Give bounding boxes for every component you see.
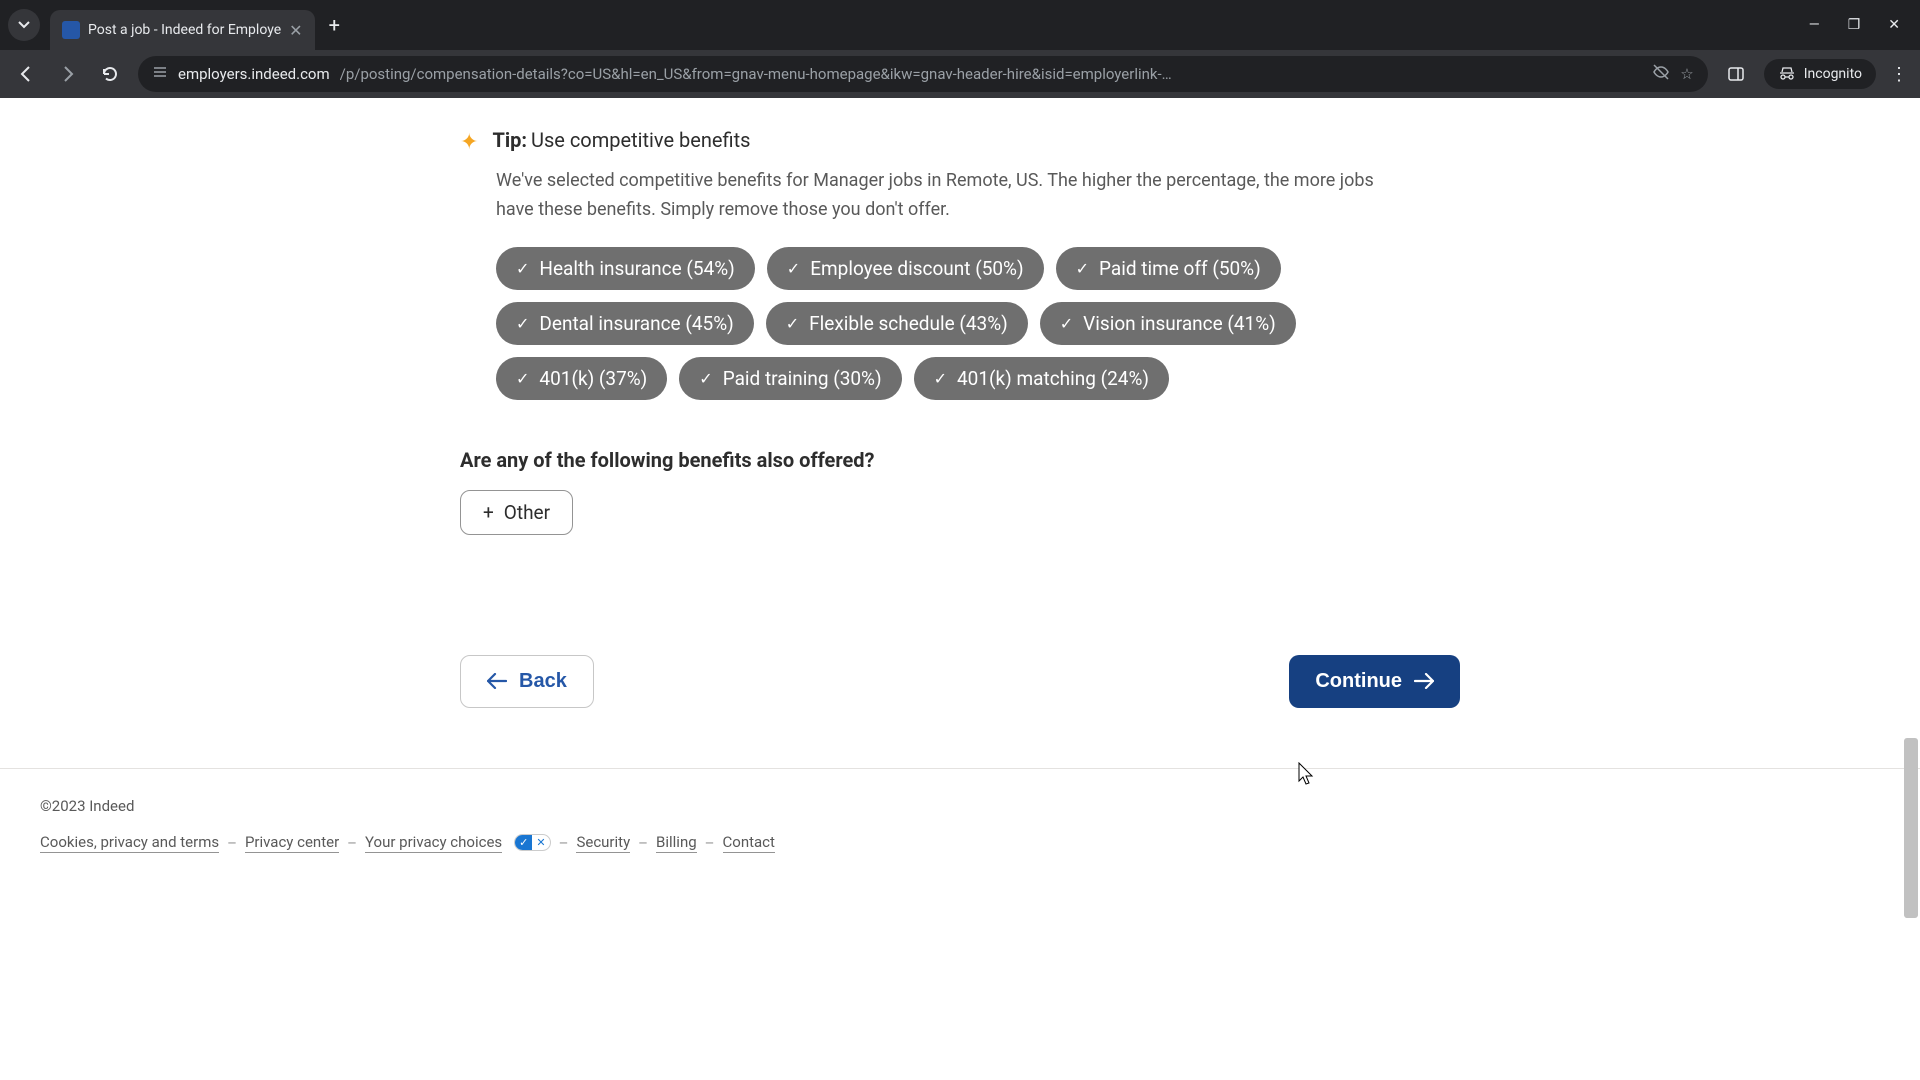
back-label: Back — [519, 670, 567, 693]
tip-label: Tip: — [492, 128, 527, 152]
arrow-left-icon — [17, 65, 35, 83]
benefit-chip-paid-time-off[interactable]: ✓ Paid time off (50%) — [1056, 247, 1281, 290]
tip-header: ✦ Tip: Use competitive benefits — [460, 128, 1460, 155]
benefit-chip-401k-matching[interactable]: ✓ 401(k) matching (24%) — [914, 357, 1169, 400]
footer-separator: – — [705, 834, 715, 852]
chip-label: Employee discount (50%) — [810, 257, 1023, 280]
check-icon: ✓ — [1060, 314, 1073, 333]
browser-menu-button[interactable]: ⋮ — [1890, 64, 1908, 85]
tab-favicon — [62, 21, 80, 39]
form-nav-buttons: Back Continue — [460, 655, 1460, 708]
address-bar[interactable]: employers.indeed.com/p/posting/compensat… — [138, 56, 1708, 92]
tab-title: Post a job - Indeed for Employe — [88, 22, 281, 38]
check-icon: ✓ — [699, 369, 712, 388]
check-icon: ✓ — [934, 369, 947, 388]
maximize-button[interactable]: ❐ — [1848, 17, 1861, 33]
benefit-chip-dental-insurance[interactable]: ✓ Dental insurance (45%) — [496, 302, 754, 345]
footer-link-privacy-center[interactable]: Privacy center — [245, 833, 339, 853]
back-button[interactable]: Back — [460, 655, 594, 708]
benefit-chip-health-insurance[interactable]: ✓ Health insurance (54%) — [496, 247, 755, 290]
side-panel-button[interactable] — [1722, 60, 1750, 88]
footer-links: Cookies, privacy and terms – Privacy cen… — [40, 833, 1880, 853]
arrow-right-icon — [59, 65, 77, 83]
reload-icon — [101, 65, 119, 83]
site-settings-icon[interactable] — [152, 64, 168, 84]
tip-text: Use competitive benefits — [531, 128, 750, 152]
browser-tab[interactable]: Post a job - Indeed for Employe ✕ — [50, 10, 315, 50]
other-label: Other — [504, 501, 550, 524]
footer-separator: – — [347, 834, 357, 852]
tip-description: We've selected competitive benefits for … — [496, 167, 1396, 225]
main-content: ✦ Tip: Use competitive benefits We've se… — [460, 98, 1460, 708]
check-icon: ✓ — [786, 314, 799, 333]
minimize-button[interactable]: ― — [1809, 17, 1820, 33]
chip-label: 401(k) matching (24%) — [957, 367, 1149, 390]
footer-separator: – — [227, 834, 237, 852]
footer-link-cookies[interactable]: Cookies, privacy and terms — [40, 833, 219, 853]
window-controls: ― ❐ ✕ — [1809, 17, 1912, 33]
arrow-right-icon — [1414, 673, 1434, 689]
privacy-choices-icon: ✓✕ — [514, 834, 550, 851]
footer-separator: – — [638, 834, 648, 852]
plus-icon: + — [483, 501, 494, 524]
chip-label: Health insurance (54%) — [539, 257, 734, 280]
continue-label: Continue — [1315, 670, 1402, 693]
continue-button[interactable]: Continue — [1289, 655, 1460, 708]
chip-label: Paid training (30%) — [723, 367, 882, 390]
arrow-left-icon — [487, 673, 507, 689]
benefit-chip-employee-discount[interactable]: ✓ Employee discount (50%) — [767, 247, 1044, 290]
other-benefit-button[interactable]: + Other — [460, 490, 573, 535]
close-window-button[interactable]: ✕ — [1888, 17, 1900, 33]
eye-off-icon[interactable] — [1652, 63, 1670, 85]
bookmark-icon[interactable]: ☆ — [1680, 65, 1693, 83]
browser-toolbar: employers.indeed.com/p/posting/compensat… — [0, 50, 1920, 98]
benefit-chip-paid-training[interactable]: ✓ Paid training (30%) — [679, 357, 901, 400]
check-icon: ✓ — [1076, 259, 1089, 278]
forward-nav-button[interactable] — [54, 60, 82, 88]
new-tab-button[interactable]: + — [329, 13, 340, 37]
back-nav-button[interactable] — [12, 60, 40, 88]
check-icon: ✓ — [516, 369, 529, 388]
chip-label: Paid time off (50%) — [1099, 257, 1261, 280]
url-host: employers.indeed.com — [178, 65, 330, 83]
browser-tab-strip: Post a job - Indeed for Employe ✕ + ― ❐ … — [0, 0, 1920, 50]
chip-label: Dental insurance (45%) — [539, 312, 733, 335]
chip-label: 401(k) (37%) — [539, 367, 647, 390]
footer-copyright: ©2023 Indeed — [40, 797, 1880, 815]
incognito-icon — [1778, 65, 1796, 83]
incognito-label: Incognito — [1804, 66, 1862, 82]
chevron-down-icon — [18, 19, 30, 31]
benefit-chip-401k[interactable]: ✓ 401(k) (37%) — [496, 357, 667, 400]
tab-search-button[interactable] — [8, 9, 40, 41]
panel-icon — [1727, 65, 1745, 83]
chip-label: Vision insurance (41%) — [1083, 312, 1276, 335]
additional-benefits-heading: Are any of the following benefits also o… — [460, 448, 1460, 472]
footer-link-privacy-choices[interactable]: Your privacy choices — [365, 833, 502, 853]
incognito-badge[interactable]: Incognito — [1764, 59, 1876, 89]
chip-label: Flexible schedule (43%) — [809, 312, 1008, 335]
page-viewport: ✦ Tip: Use competitive benefits We've se… — [0, 98, 1920, 1080]
url-path: /p/posting/compensation-details?co=US&hl… — [340, 65, 1643, 83]
page-footer: ©2023 Indeed Cookies, privacy and terms … — [0, 768, 1920, 893]
check-icon: ✓ — [787, 259, 800, 278]
scrollbar-thumb[interactable] — [1904, 738, 1918, 918]
close-tab-icon[interactable]: ✕ — [289, 21, 302, 40]
footer-link-billing[interactable]: Billing — [656, 833, 697, 853]
footer-link-contact[interactable]: Contact — [723, 833, 775, 853]
reload-button[interactable] — [96, 60, 124, 88]
benefit-chip-vision-insurance[interactable]: ✓ Vision insurance (41%) — [1040, 302, 1296, 345]
benefits-chip-group: ✓ Health insurance (54%) ✓ Employee disc… — [496, 247, 1456, 400]
footer-link-security[interactable]: Security — [576, 833, 630, 853]
check-icon: ✓ — [516, 259, 529, 278]
benefit-chip-flexible-schedule[interactable]: ✓ Flexible schedule (43%) — [766, 302, 1028, 345]
check-icon: ✓ — [516, 314, 529, 333]
sparkle-icon: ✦ — [460, 130, 478, 155]
footer-separator: – — [559, 834, 569, 852]
